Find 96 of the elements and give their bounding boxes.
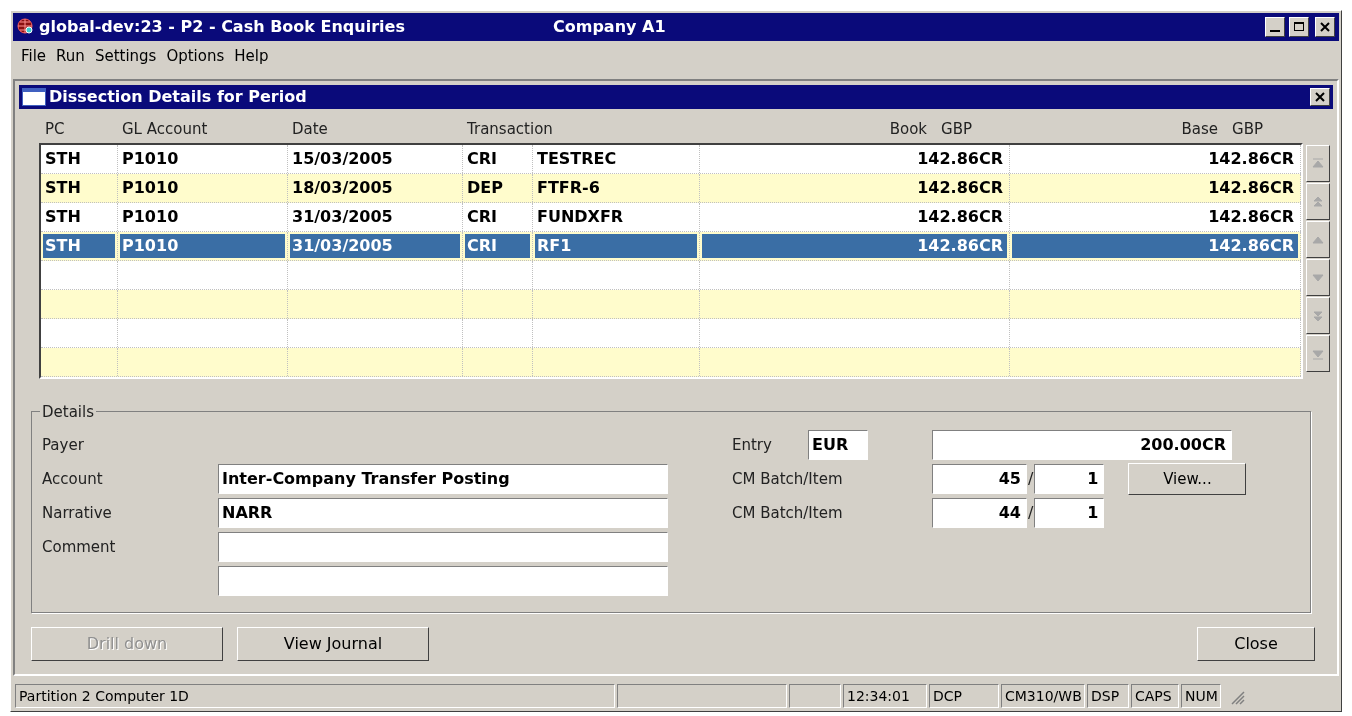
table-cell-text: P1010 [121, 206, 180, 228]
table-cell-text: CRI [466, 206, 498, 228]
status-message: Partition 2 Computer 1D [15, 684, 615, 708]
column-header[interactable]: Date [292, 117, 328, 141]
table-cell-text: 142.86CR [916, 148, 1004, 170]
company-name: Company A1 [553, 16, 666, 38]
table-cell-text: 31/03/2005 [291, 206, 394, 228]
window-icon [22, 88, 46, 106]
column-header[interactable]: PC [45, 117, 65, 141]
table-cell: STH [43, 234, 115, 258]
table-cell-text: TESTREC [536, 148, 618, 170]
table-row[interactable]: STH P1010 18/03/2005 DEP FTFR-6 142.86CR 142.86CR [41, 174, 1301, 203]
close-icon [1318, 20, 1332, 34]
table-cell-text: STH [44, 148, 82, 170]
status-panel: CAPS [1131, 684, 1179, 708]
table-row[interactable]: STH P1010 31/03/2005 CRI RF1 142.86CR 142.86CR [41, 232, 1301, 261]
table-cell-text: 18/03/2005 [291, 177, 394, 199]
minimize-button[interactable] [1265, 17, 1285, 37]
close-button[interactable] [1310, 88, 1330, 106]
batch-field[interactable]: 45 [932, 464, 1027, 494]
table-cell: 31/03/2005 [290, 234, 460, 258]
currency-label: GBP [1232, 118, 1263, 140]
table-cell: 142.86CR [1012, 234, 1298, 258]
status-time: 12:34:01 [843, 684, 927, 708]
field-label: Account [42, 468, 104, 490]
status-panel [789, 684, 841, 708]
table-cell: RF1 [535, 234, 697, 258]
table-cell-text: 15/03/2005 [291, 148, 394, 170]
item-field[interactable]: 1 [1034, 498, 1105, 528]
column-header[interactable]: Book [889, 117, 928, 141]
page-up-button[interactable] [1306, 183, 1330, 220]
table-cell-text: STH [44, 206, 82, 228]
field-label: Comment [42, 536, 117, 558]
input-field[interactable] [218, 532, 668, 562]
scroll-top-button[interactable] [1306, 145, 1330, 182]
input-field[interactable]: Inter-Company Transfer Posting [218, 464, 668, 494]
menu-item[interactable]: Run [52, 44, 89, 68]
status-panel: NUM [1181, 684, 1221, 708]
table-cell-text: STH [44, 177, 82, 199]
table-cell: 142.86CR [702, 234, 1007, 258]
minimize-icon [1269, 30, 1281, 32]
status-panel: CM310/WB [1001, 684, 1085, 708]
close-button[interactable] [1315, 17, 1335, 37]
column-header[interactable]: GL Account [122, 117, 208, 141]
amount-field[interactable]: 200.00CR [932, 430, 1232, 460]
page-down-button[interactable] [1306, 297, 1330, 334]
view-button[interactable]: View... [1128, 463, 1247, 495]
input-field[interactable]: NARR [218, 498, 668, 528]
menu-item[interactable]: Options [162, 44, 229, 68]
separator: / [1027, 502, 1035, 524]
field-label: Payer [42, 434, 84, 456]
table-cell-text: DEP [466, 177, 504, 199]
globe-icon [17, 18, 35, 36]
down-arrow-icon [1312, 273, 1324, 282]
field-label: Narrative [42, 502, 113, 524]
field-label: Entry [732, 434, 773, 456]
table-cell-text: 142.86CR [1207, 177, 1295, 199]
menu-item[interactable]: Settings [90, 44, 161, 68]
column-header[interactable]: Base [1181, 117, 1219, 141]
scroll-up-button[interactable] [1306, 221, 1330, 258]
currency-field[interactable]: EUR [808, 430, 868, 460]
scroll-bottom-button[interactable] [1306, 335, 1330, 372]
scroll-down-button[interactable] [1306, 259, 1330, 296]
field-label: CM Batch/Item [732, 502, 844, 524]
input-field[interactable] [218, 566, 668, 596]
status-panel: DCP [929, 684, 999, 708]
action-button[interactable]: View Journal [237, 627, 429, 661]
table-cell-text: CRI [466, 148, 498, 170]
batch-field[interactable]: 44 [932, 498, 1027, 528]
table-row[interactable]: STH P1010 15/03/2005 CRI TESTREC 142.86CR 142.86CR [41, 145, 1301, 174]
action-button[interactable]: Close [1197, 627, 1315, 661]
menu-item[interactable]: Help [230, 44, 273, 68]
table-cell-text: 142.86CR [916, 206, 1004, 228]
table-cell: P1010 [120, 234, 285, 258]
dialog-title: Dissection Details for Period [49, 86, 307, 108]
table-cell-text: P1010 [121, 177, 180, 199]
table-cell-text: 142.86CR [1207, 148, 1295, 170]
table-cell-text: FTFR-6 [536, 177, 601, 199]
menu-item[interactable]: File [17, 44, 51, 68]
up-arrow-icon [1312, 235, 1324, 244]
column-header[interactable]: Transaction [467, 117, 553, 141]
table-cell-text: 142.86CR [916, 177, 1004, 199]
table-cell-text: FUNDXFR [536, 206, 625, 228]
currency-label: GBP [941, 118, 972, 140]
window-title: global-dev:23 - P2 - Cash Book Enquiries [39, 16, 406, 38]
status-panel: DSP [1087, 684, 1129, 708]
close-icon [1314, 91, 1326, 103]
maximize-icon [1292, 20, 1306, 34]
table-cell-text: 142.86CR [1207, 206, 1295, 228]
item-field[interactable]: 1 [1034, 464, 1105, 494]
table-cell: CRI [465, 234, 530, 258]
maximize-button[interactable] [1289, 17, 1309, 37]
table-row[interactable]: STH P1010 31/03/2005 CRI FUNDXFR 142.86CR 142.86CR [41, 203, 1301, 232]
field-label: CM Batch/Item [732, 468, 844, 490]
table-cell-text: P1010 [121, 148, 180, 170]
separator: / [1027, 468, 1035, 490]
